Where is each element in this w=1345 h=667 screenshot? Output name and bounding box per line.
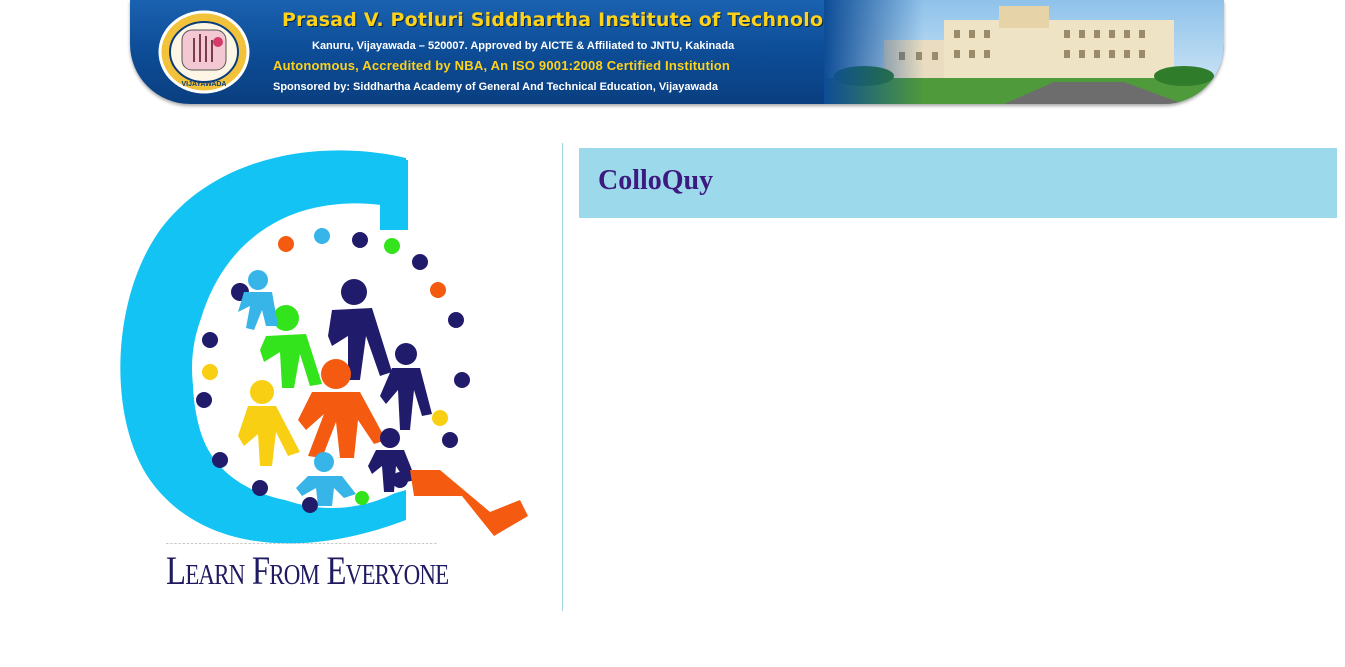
colloquy-logo: [120, 150, 528, 544]
institute-sponsor: Sponsored by: Siddhartha Academy of Gene…: [273, 81, 718, 93]
campus-building-photo: [824, 0, 1224, 104]
institute-accreditation: Autonomous, Accredited by NBA, An ISO 90…: [273, 58, 731, 73]
logo-tagline: Learn From Everyone: [166, 543, 449, 596]
page-heading-bar: ColloQuy: [579, 148, 1337, 218]
seal-text: VIJAYAWADA: [181, 81, 226, 88]
institute-address: Kanuru, Vijayawada – 520007. Approved by…: [312, 40, 735, 52]
institute-title: Prasad V. Potluri Siddhartha Institute o…: [282, 9, 850, 31]
page-title: ColloQuy: [598, 165, 714, 196]
header-banner: VIJAYAWADA Prasad V. Potluri Siddhartha …: [130, 0, 1224, 104]
column-divider: [562, 143, 563, 611]
institute-seal-logo: VIJAYAWADA: [158, 10, 250, 94]
q-tail-shape: [410, 470, 528, 536]
